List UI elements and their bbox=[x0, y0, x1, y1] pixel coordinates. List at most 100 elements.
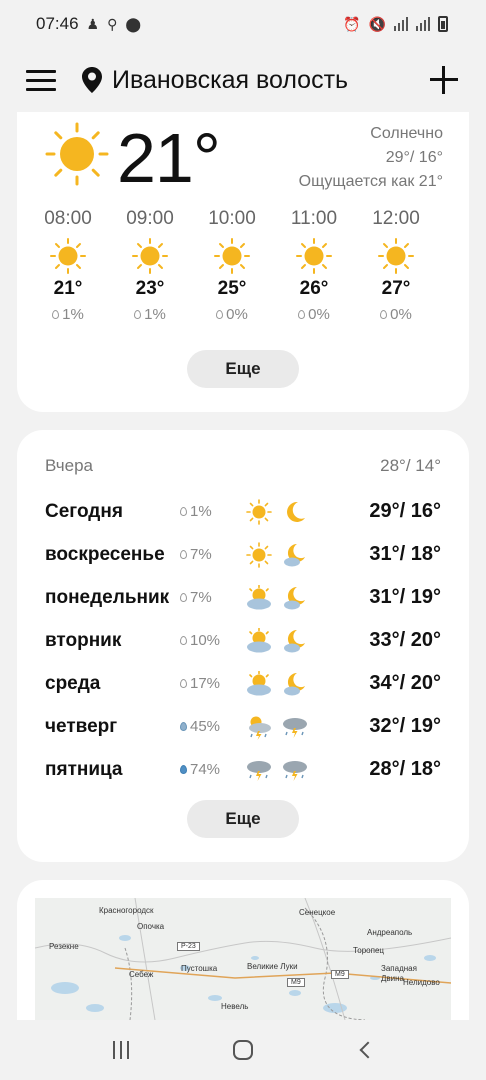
daily-row[interactable]: воскресенье 7% 31°/ 18° bbox=[45, 533, 441, 576]
sun-icon bbox=[296, 238, 332, 274]
hourly-item: 11:00 26° 0% bbox=[273, 208, 355, 323]
daily-row[interactable]: вторник 10% 33°/ 20° bbox=[45, 619, 441, 662]
daily-more-button[interactable]: Еще bbox=[187, 800, 299, 838]
hourly-item: 08:00 21° 1% bbox=[27, 208, 109, 323]
hour-temperature: 21° bbox=[53, 278, 83, 299]
storm-icon bbox=[283, 760, 307, 781]
hourly-item: 09:00 23° 1% bbox=[109, 208, 191, 323]
hour-precip-value: 0% bbox=[308, 306, 330, 323]
raindrop-icon bbox=[180, 679, 187, 688]
day-precip-value: 74% bbox=[190, 761, 221, 778]
map-city-label: Пустошка bbox=[181, 964, 218, 973]
map-city-label: Себеж bbox=[129, 970, 154, 979]
mute-icon: 🔇 bbox=[368, 15, 386, 32]
yesterday-label: Вчера bbox=[45, 456, 93, 475]
raindrop-icon bbox=[180, 722, 187, 731]
day-precipitation: 74% bbox=[180, 761, 246, 778]
day-precipitation: 1% bbox=[180, 503, 246, 520]
daily-list: Сегодня 1% 29°/ 16° воскресенье 7% 31°/ … bbox=[45, 490, 441, 791]
yesterday-temps: 28°/ 14° bbox=[380, 456, 441, 475]
hour-time: 11:00 bbox=[290, 208, 338, 229]
current-temperature: 21° bbox=[117, 119, 221, 197]
hour-precipitation: 0% bbox=[273, 306, 355, 323]
raindrop-icon bbox=[52, 310, 60, 319]
recent-apps-button[interactable] bbox=[101, 1030, 141, 1070]
map-road-badge: P-23 bbox=[177, 942, 200, 951]
raindrop-icon bbox=[134, 310, 142, 319]
back-button[interactable] bbox=[345, 1030, 385, 1070]
sun-icon bbox=[132, 238, 168, 274]
day-icons bbox=[246, 714, 328, 740]
map-city-label: Нелидово bbox=[403, 978, 440, 987]
sun-icon bbox=[246, 541, 272, 568]
hourly-item: 10:00 25° 0% bbox=[191, 208, 273, 323]
map-city-label: Опочка bbox=[137, 922, 165, 931]
recent-apps-icon bbox=[113, 1041, 129, 1059]
hour-temperature: 23° bbox=[135, 278, 165, 299]
raindrop-icon bbox=[180, 507, 187, 516]
day-precipitation: 17% bbox=[180, 675, 246, 692]
alarm-icon: ⏰ bbox=[343, 15, 361, 32]
raindrop-icon bbox=[180, 550, 187, 559]
day-precip-value: 45% bbox=[190, 718, 221, 735]
add-location-button[interactable] bbox=[428, 64, 460, 96]
map-road-badge: M9 bbox=[287, 978, 305, 987]
menu-button[interactable] bbox=[26, 65, 56, 95]
moon-cloud-icon bbox=[284, 586, 305, 609]
daily-forecast-card: Вчера 28°/ 14° Сегодня 1% 29°/ 16° воскр… bbox=[17, 430, 469, 862]
map-card[interactable]: Красногородск Опочка Резекне Себеж Пусто… bbox=[17, 880, 469, 1020]
moon-cloud-icon bbox=[284, 672, 305, 695]
day-name: среда bbox=[45, 672, 101, 694]
day-precipitation: 10% bbox=[180, 632, 246, 649]
map-city-label: Великие Луки bbox=[247, 962, 298, 971]
daily-row[interactable]: четверг 45% 32°/ 19° bbox=[45, 705, 441, 748]
day-name: Сегодня bbox=[45, 500, 123, 522]
day-name: вторник bbox=[45, 629, 122, 651]
raindrop-icon bbox=[380, 310, 388, 319]
day-precip-value: 10% bbox=[190, 632, 221, 649]
day-temperatures: 29°/ 16° bbox=[369, 500, 441, 522]
day-name: воскресенье bbox=[45, 543, 165, 565]
hour-precipitation: 0% bbox=[191, 306, 273, 323]
day-precipitation: 7% bbox=[180, 546, 246, 563]
location-pin-icon bbox=[82, 67, 102, 93]
day-icons bbox=[246, 627, 328, 654]
hour-temperature: 27° bbox=[381, 278, 411, 299]
daily-row[interactable]: понедельник 7% 31°/ 19° bbox=[45, 576, 441, 619]
day-precip-value: 1% bbox=[190, 503, 212, 520]
status-bar: 07:46 ♟ ⚲ ⬤ ⏰ 🔇 bbox=[0, 0, 486, 48]
location-title: Ивановская волость bbox=[112, 65, 349, 94]
day-temperatures: 33°/ 20° bbox=[369, 629, 441, 651]
signal-icon bbox=[394, 17, 408, 31]
status-time: 07:46 bbox=[36, 14, 79, 33]
moon-cloud-icon bbox=[284, 629, 305, 652]
raindrop-icon bbox=[298, 310, 306, 319]
yesterday-row: Вчера 28°/ 14° bbox=[45, 456, 441, 476]
current-condition: Солнечно bbox=[370, 125, 443, 142]
moon-icon bbox=[287, 501, 305, 522]
hour-time: 09:00 bbox=[126, 208, 174, 229]
hour-temperature: 25° bbox=[217, 278, 247, 299]
daily-row[interactable]: среда 17% 34°/ 20° bbox=[45, 662, 441, 705]
sun-cloud-icon bbox=[247, 627, 271, 652]
current-details: Солнечно 29°/ 16° Ощущается как 21° bbox=[299, 122, 443, 194]
map-road-badge: M9 bbox=[331, 970, 349, 979]
home-button[interactable] bbox=[223, 1030, 263, 1070]
daily-row[interactable]: Сегодня 1% 29°/ 16° bbox=[45, 490, 441, 533]
weather-map[interactable]: Красногородск Опочка Резекне Себеж Пусто… bbox=[35, 898, 451, 1020]
storm-icon bbox=[247, 760, 271, 781]
hour-time: 10:00 bbox=[208, 208, 256, 229]
map-city-label: Резекне bbox=[49, 942, 79, 951]
map-city-label: Торопец bbox=[353, 946, 384, 955]
daily-row[interactable]: пятница 74% 28°/ 18° bbox=[45, 748, 441, 791]
day-precip-value: 17% bbox=[190, 675, 221, 692]
sun-icon bbox=[45, 122, 109, 191]
map-city-label: Сенецкое bbox=[299, 908, 336, 917]
signal-icon-2 bbox=[416, 17, 430, 31]
raindrop-icon bbox=[180, 636, 187, 645]
hourly-more-button[interactable]: Еще bbox=[187, 350, 299, 388]
day-temperatures: 31°/ 18° bbox=[369, 543, 441, 565]
day-icons bbox=[246, 541, 328, 568]
hour-precipitation: 1% bbox=[27, 306, 109, 323]
hour-precip-value: 0% bbox=[226, 306, 248, 323]
